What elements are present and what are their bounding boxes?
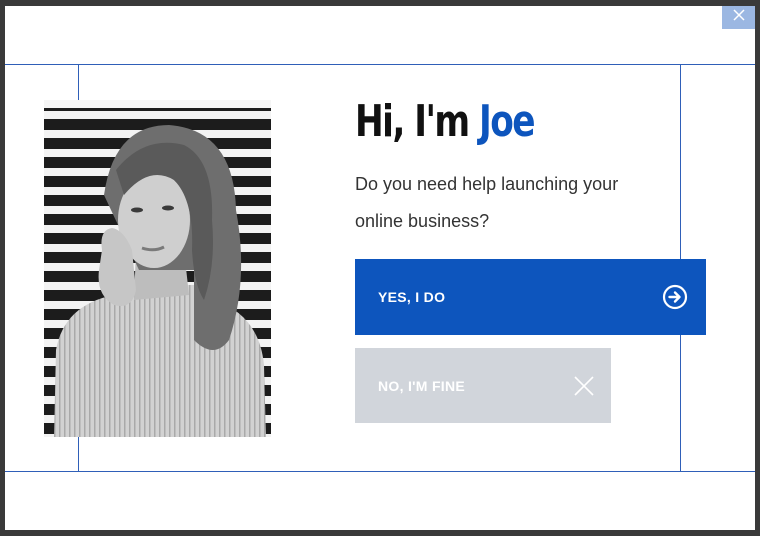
close-button[interactable] — [722, 6, 755, 29]
subtext: Do you need help launching your online b… — [355, 174, 619, 231]
popup-modal: Hi, I'm Joe Do you need help launching y… — [5, 6, 755, 530]
headline-name: Joe — [478, 96, 536, 147]
x-icon — [574, 375, 594, 396]
guide-line-bottom — [5, 471, 755, 472]
guide-line-top — [5, 64, 755, 65]
profile-photo — [44, 100, 271, 437]
no-button[interactable]: NO, I'M FINE — [355, 348, 611, 423]
close-icon — [733, 8, 745, 21]
yes-button[interactable]: YES, I DO — [355, 259, 706, 335]
yes-button-label: YES, I DO — [378, 289, 446, 305]
headline: Hi, I'm Joe — [355, 96, 536, 147]
headline-prefix: Hi, I'm — [355, 96, 470, 147]
no-button-label: NO, I'M FINE — [378, 377, 466, 394]
circle-arrow-right-icon — [662, 284, 688, 310]
